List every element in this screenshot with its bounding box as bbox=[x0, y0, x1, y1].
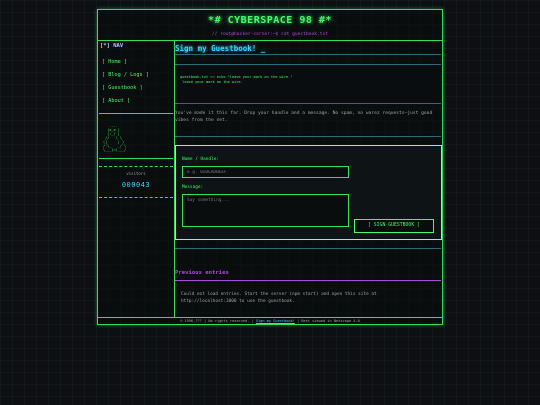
nav-title: [*] NAV bbox=[100, 43, 124, 49]
sidebar-item-home[interactable]: [ Home ] bbox=[102, 59, 127, 65]
sidebar-item-about[interactable]: [ About ] bbox=[102, 98, 130, 104]
sidebar: [*] NAV [ Home ] [ Blog / Logs ] [ Guest… bbox=[98, 40, 175, 318]
ascii-art-box: .--. |o_o | |:_/ | // \ \ (| | ) /'\_ _/… bbox=[99, 113, 173, 159]
sidebar-item-guestbook[interactable]: [ Guestbook ] bbox=[102, 85, 143, 91]
intro-divider bbox=[175, 136, 441, 137]
site-title: *# CYBERSPACE 98 #* bbox=[208, 15, 332, 26]
footer-guestbook-link[interactable]: Sign my Guestbook! bbox=[256, 319, 295, 323]
marquee-text: guestbook.txt >> echo "leave your mark o… bbox=[180, 75, 293, 84]
sidebar-item-blog[interactable]: [ Blog / Logs ] bbox=[102, 72, 149, 78]
form-divider bbox=[175, 248, 441, 249]
entries-box: Could not load entries. Start the server… bbox=[175, 280, 441, 319]
intro-text: You've made it this far. Drop your handl… bbox=[175, 111, 433, 123]
guestbook-form: Name / Handle: Message: [ SIGN GUESTBOOK… bbox=[175, 145, 442, 240]
previous-entries-title: Previous entries bbox=[175, 270, 229, 276]
site-footer: © 1996-??? | No rights reserved. | Sign … bbox=[98, 317, 442, 325]
marquee-banner: guestbook.txt >> echo "leave your mark o… bbox=[175, 64, 441, 104]
counter-label: visitors bbox=[126, 171, 146, 176]
name-input[interactable] bbox=[182, 166, 349, 178]
entries-error-message: Could not load entries. Start the server… bbox=[181, 292, 377, 304]
ascii-art: .--. |o_o | |:_/ | // \ \ (| | ) /'\_ _/… bbox=[103, 124, 127, 152]
footer-copyright: © 1996-??? | No rights reserved. | bbox=[180, 319, 254, 323]
name-label: Name / Handle: bbox=[182, 157, 220, 162]
site-header: *# CYBERSPACE 98 #* // root@hacker-corne… bbox=[98, 10, 442, 40]
footer-suffix: | Best viewed in Netscape 4.0 bbox=[297, 319, 360, 323]
sign-guestbook-button[interactable]: [ SIGN GUESTBOOK ] bbox=[354, 219, 434, 233]
main-content: Sign my Guestbook! _ guestbook.txt >> ec… bbox=[175, 40, 442, 318]
message-input[interactable] bbox=[182, 194, 349, 227]
visitor-counter: visitors 000043 bbox=[99, 166, 173, 198]
message-label: Message: bbox=[182, 185, 204, 190]
site-frame: *# CYBERSPACE 98 #* // root@hacker-corne… bbox=[97, 9, 443, 325]
counter-value: 000043 bbox=[121, 181, 151, 189]
title-divider bbox=[175, 54, 441, 55]
page-title: Sign my Guestbook! _ bbox=[175, 44, 266, 53]
breadcrumb: // root@hacker-corner:~$ cat guestbook.t… bbox=[211, 32, 329, 37]
